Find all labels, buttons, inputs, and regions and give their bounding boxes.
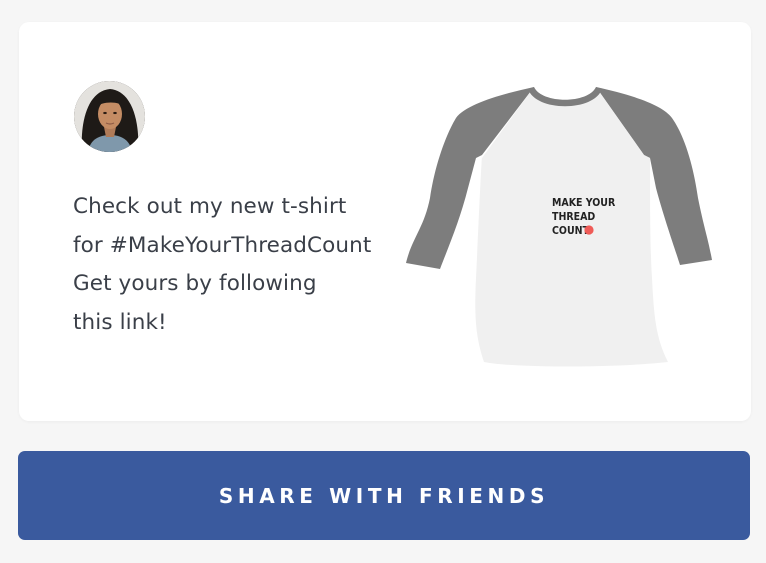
message-line: Check out my new t-shirt — [73, 194, 347, 219]
avatar-photo — [74, 81, 145, 152]
message-line: for #MakeYourThreadCount — [73, 232, 372, 258]
share-with-friends-button[interactable]: SHARE WITH FRIENDS — [18, 451, 750, 540]
post-card: Check out my new t-shirt for #MakeYourTh… — [19, 22, 751, 421]
message-line: this link! — [73, 309, 167, 335]
message-line: Get yours by following — [73, 271, 317, 296]
shirt-print-dot — [584, 225, 594, 235]
post-message: Check out my new t-shirt for #MakeYourTh… — [73, 188, 413, 342]
shirt-print-line: THREAD — [552, 211, 595, 223]
shirt-print-line: COUNT — [552, 225, 590, 237]
tshirt-image: MAKE YOUR THREAD COUNT — [406, 87, 712, 367]
shirt-print-line: MAKE YOUR — [552, 197, 616, 209]
avatar[interactable] — [74, 81, 145, 152]
